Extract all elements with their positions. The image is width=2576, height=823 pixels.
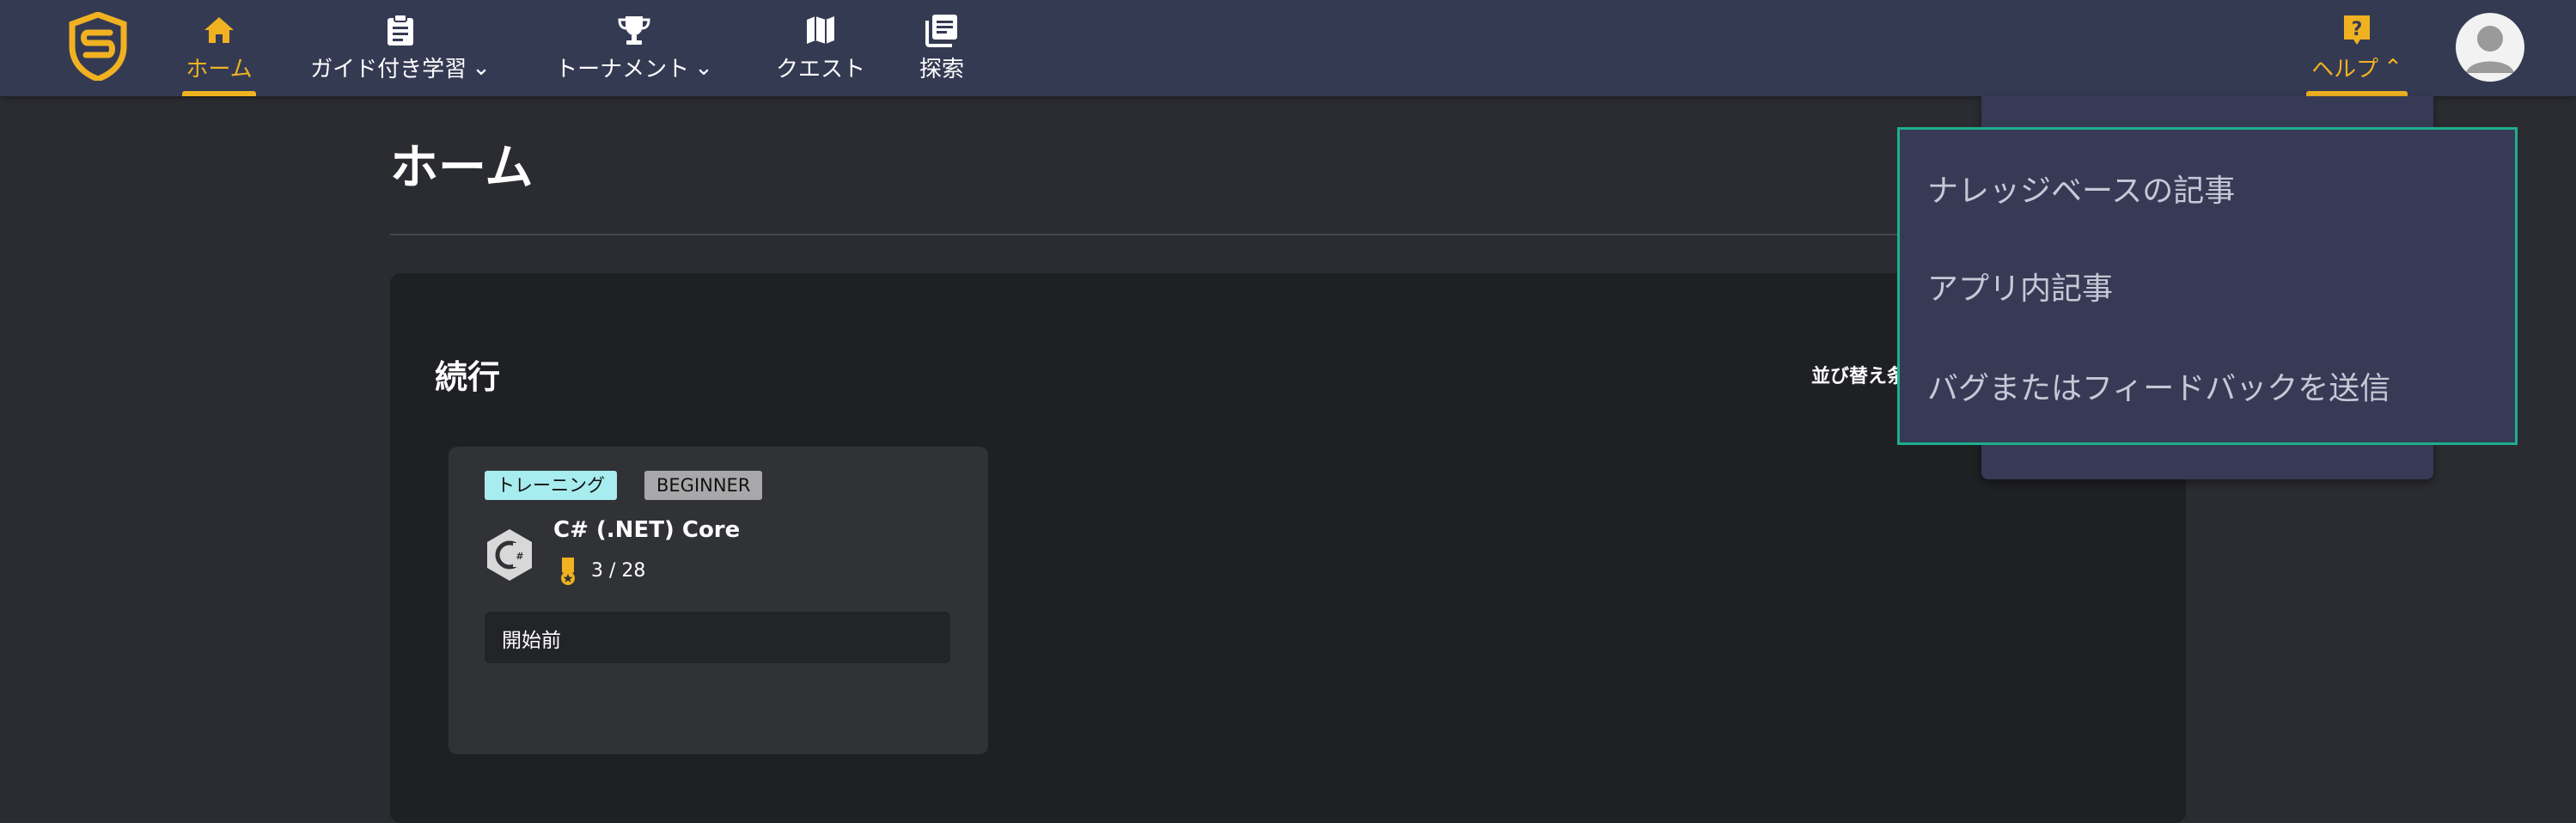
user-avatar[interactable] [2456,13,2524,82]
brand-logo-icon[interactable] [67,12,129,81]
menu-item-knowledge-base[interactable]: ナレッジベースの記事 [1927,166,2235,210]
help-dropdown-menu: ナレッジベースの記事 アプリ内記事 バグまたはフィードバックを送信 [1897,127,2518,445]
menu-item-send-feedback[interactable]: バグまたはフィードバックを送信 [1927,363,2390,408]
tag-training: トレーニング [485,471,617,500]
trophy-icon [616,12,652,48]
active-indicator [182,91,256,96]
nav-item-home[interactable]: ホーム [182,0,256,96]
progress-count: 3 / 28 [591,560,646,582]
svg-text:?: ? [2352,19,2363,40]
medal-icon [561,558,575,585]
tag-difficulty: BEGINNER [644,471,763,500]
top-navigation-bar: ホーム ガイド付き学習 ⌄ トーナメント ⌄ クエスト 探索 ? ヘルプ ⌃ [0,0,2576,96]
status-text: 開始前 [502,630,561,652]
help-icon: ? [2339,12,2375,48]
nav-label-quests: クエスト [775,57,865,82]
nav-label-home: ホーム [186,57,253,82]
csharp-icon: # [487,529,532,581]
nav-label-explore: 探索 [919,57,964,82]
nav-item-guided-learning[interactable]: ガイド付き学習 ⌄ [304,0,497,96]
chevron-down-icon: ⌄ [472,54,491,81]
svg-text:#: # [516,551,523,562]
nav-item-tournament[interactable]: トーナメント ⌄ [550,0,718,96]
home-icon [201,12,237,48]
library-icon [924,12,960,48]
chevron-up-icon: ⌃ [2384,54,2402,81]
nav-item-explore[interactable]: 探索 [916,0,968,96]
nav-item-help[interactable]: ? ヘルプ ⌃ [2306,0,2408,96]
nav-label-help: ヘルプ [2311,57,2379,82]
map-icon [803,12,839,48]
sort-dropdown[interactable]: 並び替え条 [1811,361,1906,388]
nav-label-tournament: トーナメント [555,57,690,82]
course-title[interactable]: C# (.NET) Core [553,517,740,543]
nav-label-guided-learning: ガイド付き学習 [310,57,467,82]
nav-item-quests[interactable]: クエスト [773,0,868,96]
chevron-down-icon: ⌄ [694,54,713,81]
clipboard-icon [382,12,418,48]
page-title: ホーム [390,140,534,196]
menu-item-in-app-articles[interactable]: アプリ内記事 [1927,264,2113,308]
user-icon [2466,26,2514,73]
section-title: 続行 [435,358,501,396]
